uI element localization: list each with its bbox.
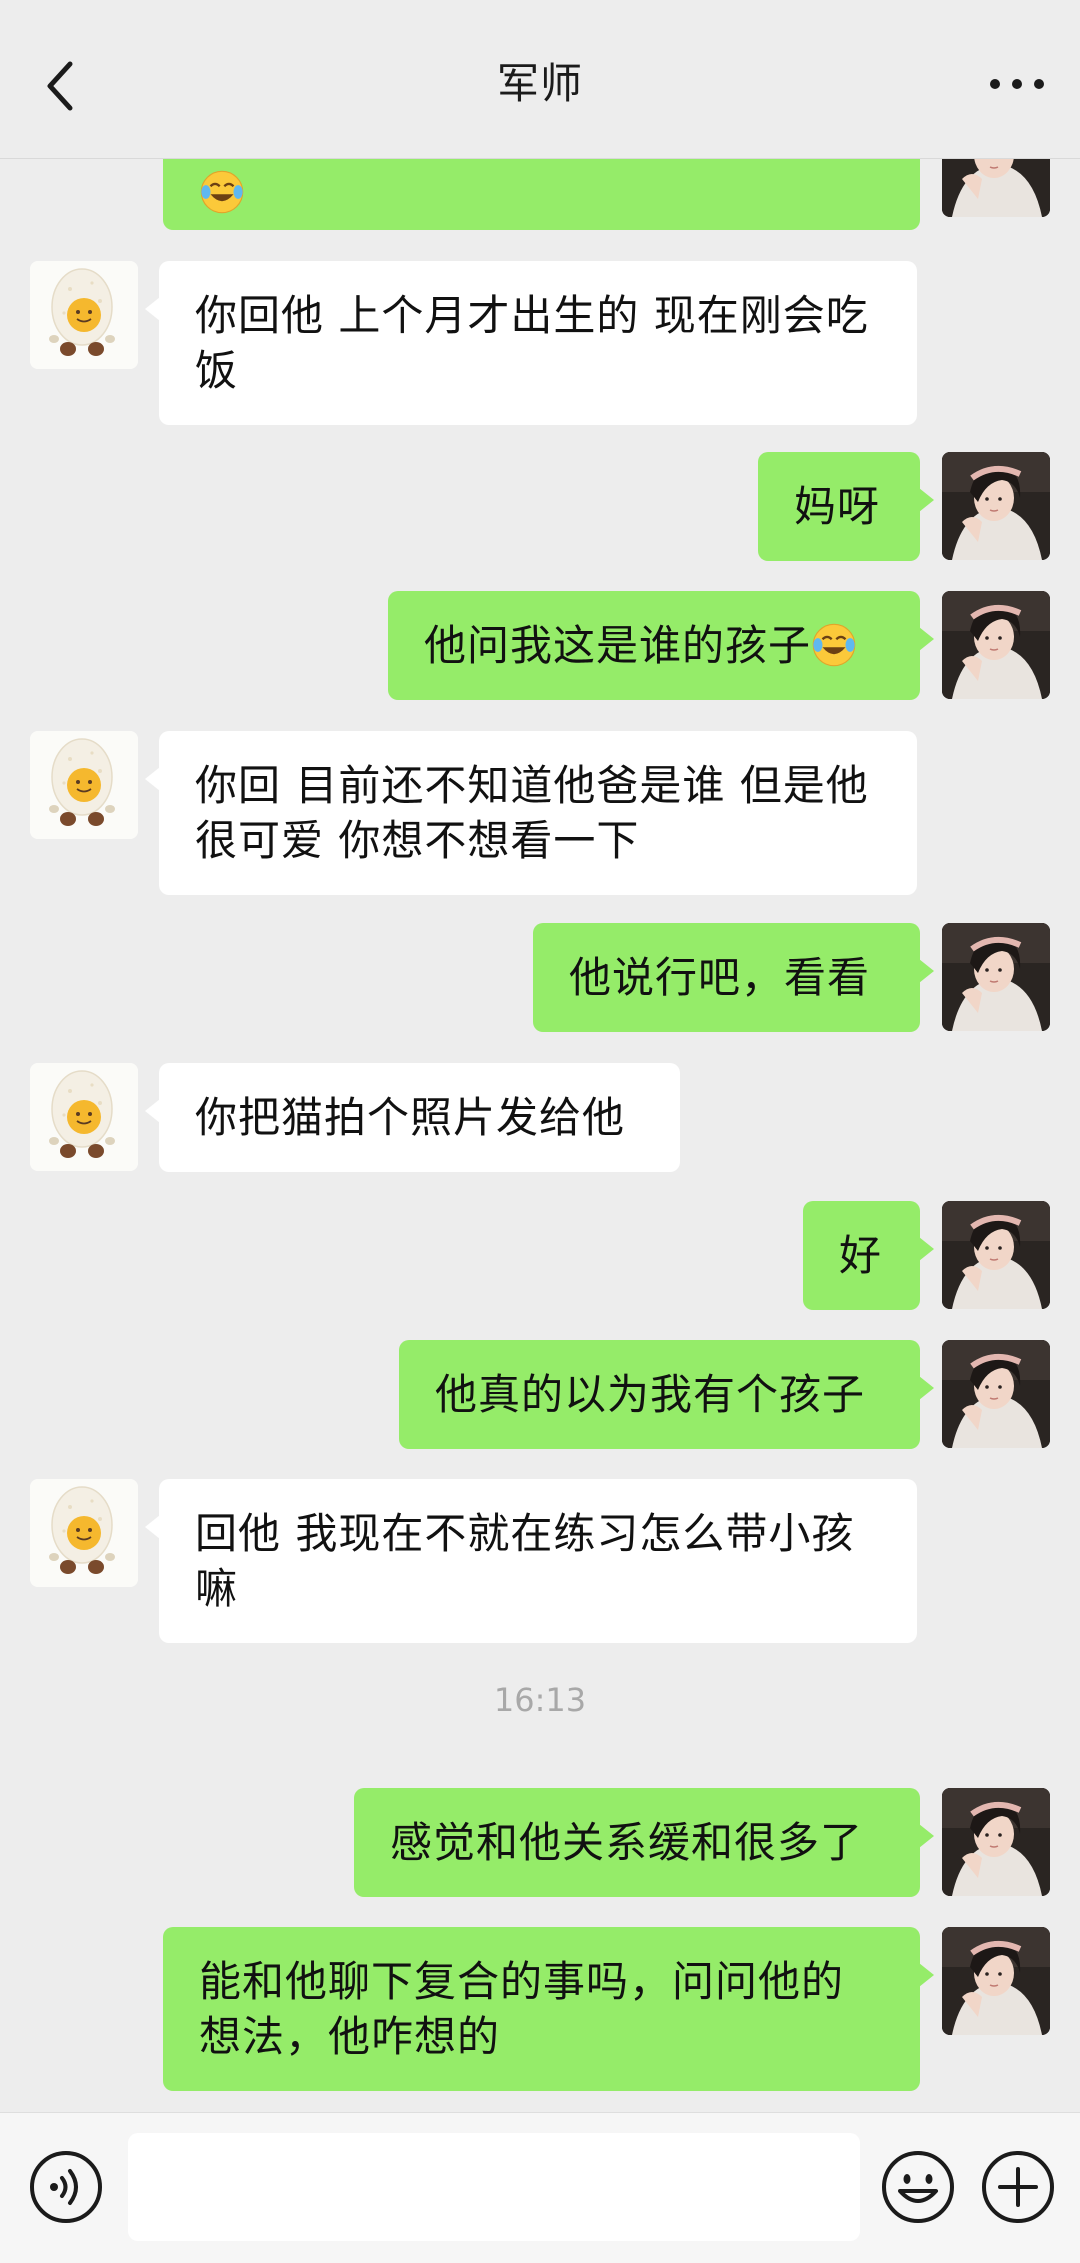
message-outgoing[interactable] xyxy=(163,159,920,230)
plus-icon xyxy=(982,2151,1054,2223)
message-list[interactable]: 你回他 上个月才出生的 现在刚会吃饭 妈呀 他问我这是谁的孩子 你回 目前还不知… xyxy=(0,159,1080,2112)
message-timestamp: 16:13 xyxy=(493,1681,587,1719)
chat-title: 军师 xyxy=(496,59,583,108)
voice-icon xyxy=(30,2151,102,2223)
emoji-button[interactable] xyxy=(880,2149,956,2225)
message-outgoing[interactable]: 他说行吧，看看 xyxy=(533,923,934,1032)
contact-avatar[interactable] xyxy=(30,731,138,839)
more-button[interactable] xyxy=(982,54,1052,114)
message-outgoing[interactable]: 好 xyxy=(803,1201,934,1310)
message-incoming[interactable]: 你把猫拍个照片发给他 xyxy=(145,1063,680,1172)
message-outgoing[interactable]: 能和他聊下复合的事吗，问问他的想法，他咋想的 xyxy=(163,1927,934,2091)
self-avatar[interactable] xyxy=(942,1340,1050,1448)
contact-avatar[interactable] xyxy=(30,261,138,369)
message-incoming[interactable]: 回他 我现在不就在练习怎么带小孩嘛 xyxy=(145,1479,917,1643)
self-avatar[interactable] xyxy=(942,452,1050,560)
message-outgoing[interactable]: 他真的以为我有个孩子 xyxy=(399,1340,934,1449)
self-avatar[interactable] xyxy=(942,1927,1050,2035)
self-avatar[interactable] xyxy=(942,159,1050,217)
message-outgoing[interactable]: 他问我这是谁的孩子 xyxy=(388,591,934,700)
self-avatar[interactable] xyxy=(942,1788,1050,1896)
message-input[interactable] xyxy=(128,2133,860,2241)
face-with-tears-of-joy-emoji xyxy=(200,170,244,214)
chat-header: 军师 xyxy=(0,0,1080,159)
more-horizontal-icon xyxy=(990,79,1044,89)
message-incoming[interactable]: 你回 目前还不知道他爸是谁 但是他很可爱 你想不想看一下 xyxy=(145,731,917,895)
more-actions-button[interactable] xyxy=(980,2149,1056,2225)
message-incoming[interactable]: 你回他 上个月才出生的 现在刚会吃饭 xyxy=(145,261,917,425)
contact-avatar[interactable] xyxy=(30,1479,138,1587)
self-avatar[interactable] xyxy=(942,1201,1050,1309)
message-outgoing[interactable]: 妈呀 xyxy=(758,452,934,561)
smiley-icon xyxy=(882,2151,954,2223)
face-with-tears-of-joy-emoji xyxy=(812,623,856,667)
contact-avatar[interactable] xyxy=(30,1063,138,1171)
self-avatar[interactable] xyxy=(942,591,1050,699)
input-bar xyxy=(0,2112,1080,2263)
self-avatar[interactable] xyxy=(942,923,1050,1031)
message-outgoing[interactable]: 感觉和他关系缓和很多了 xyxy=(354,1788,934,1897)
voice-button[interactable] xyxy=(28,2149,104,2225)
